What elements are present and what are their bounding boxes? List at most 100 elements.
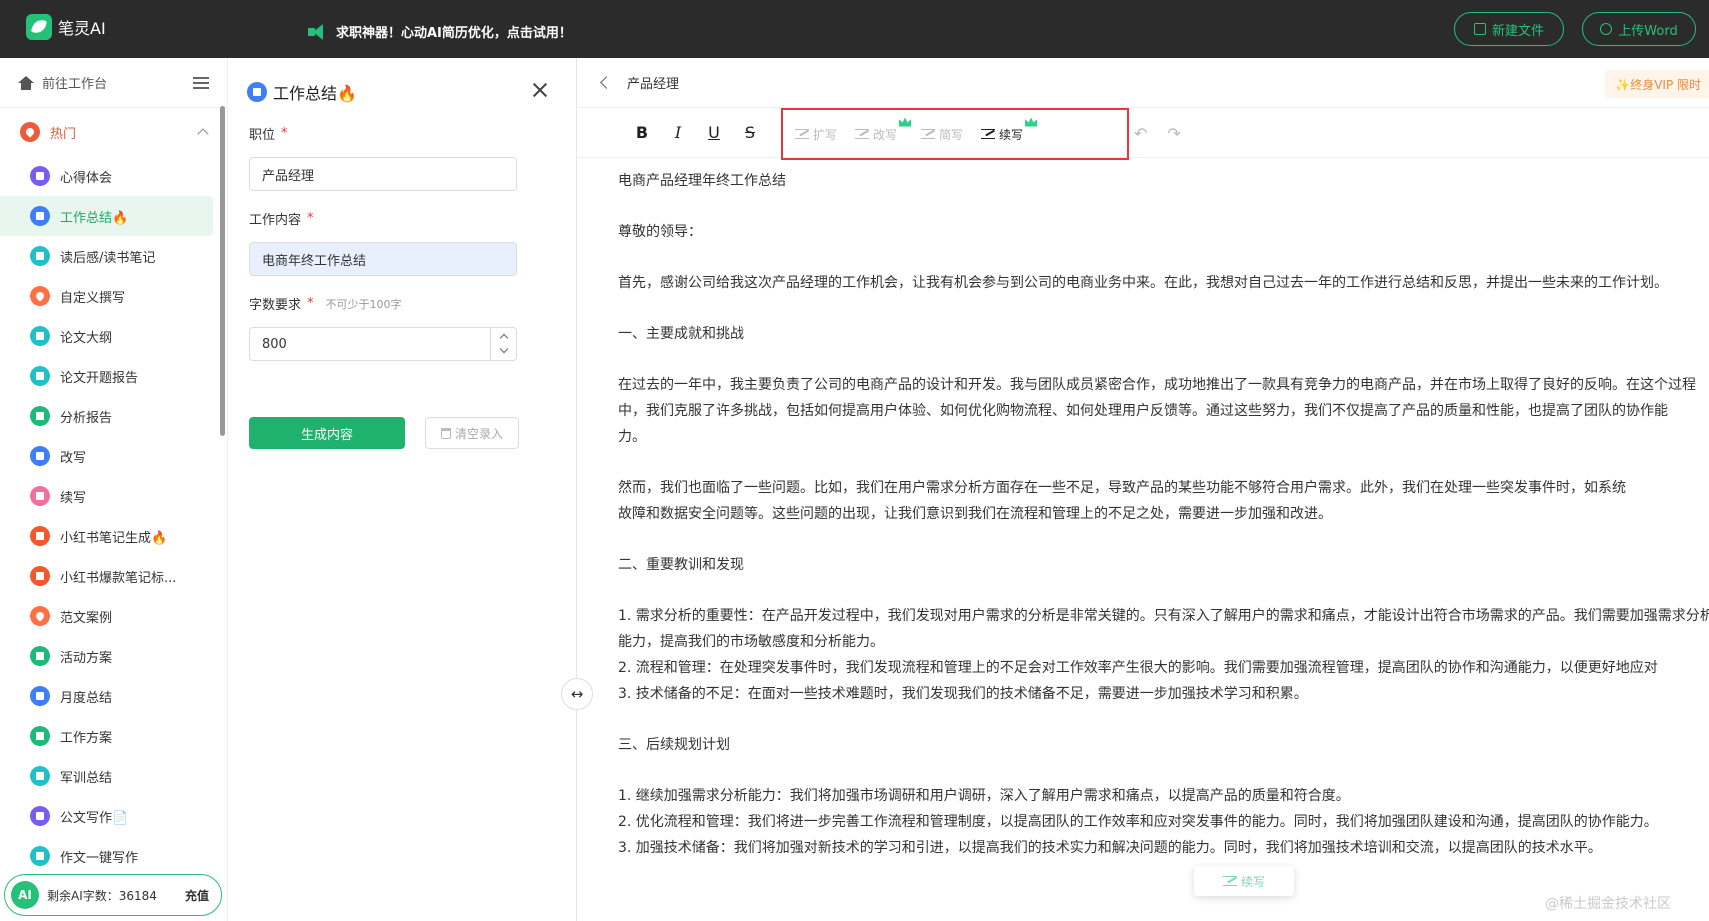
sidebar-item[interactable]: 工作方案 xyxy=(0,716,213,756)
required-mark: * xyxy=(307,211,314,226)
editor-toolbar: B I U S 扩写 改写 简写 续写 ↶ ↷ xyxy=(578,108,1709,160)
sidebar-item-icon xyxy=(30,726,50,746)
sidebar-item-label: 活动方案 xyxy=(60,650,113,666)
sidebar-item[interactable]: 续写 xyxy=(0,476,213,516)
words-label-text: 字数要求 xyxy=(249,298,302,313)
doc-paragraph: 故障和数据安全问题等。这些问题的出现，让我们意识到我们在流程和管理上的不足之处，… xyxy=(618,506,1332,522)
panel-resize-handle[interactable]: ↔ xyxy=(561,678,593,710)
underline-button[interactable]: U xyxy=(696,123,732,142)
sidebar-item[interactable]: 月度总结 xyxy=(0,676,213,716)
increment-icon[interactable] xyxy=(491,328,516,344)
required-mark: * xyxy=(281,126,288,141)
expand-button[interactable]: 扩写 xyxy=(795,126,837,143)
sidebar-item-label: 小红书爆款笔记标... xyxy=(60,570,177,586)
sidebar-item-label: 自定义撰写 xyxy=(60,290,126,306)
doc-paragraph: 一、主要成就和挑战 xyxy=(618,326,744,342)
clear-label: 清空录入 xyxy=(454,426,503,441)
sidebar-item-icon xyxy=(30,526,50,546)
sidebar-item-label: 心得体会 xyxy=(60,170,113,186)
sidebar-item[interactable]: 分析报告 xyxy=(0,396,213,436)
hot-section-toggle[interactable]: 热门 xyxy=(0,108,227,156)
sidebar-item[interactable]: 论文大纲 xyxy=(0,316,213,356)
sidebar-item[interactable]: 军训总结 xyxy=(0,756,213,796)
sidebar-scrollbar[interactable] xyxy=(220,106,225,436)
vip-crown-icon xyxy=(899,117,912,127)
doc-paragraph: 在过去的一年中，我主要负责了公司的电商产品的设计和开发。我与团队成员紧密合作，成… xyxy=(618,377,1696,393)
new-file-button[interactable]: 新建文件 xyxy=(1454,12,1564,46)
decrement-icon[interactable] xyxy=(491,344,516,360)
doc-paragraph: 3. 加强技术储备：我们将加强对新技术的学习和引进，以提高我们的技术实力和解决问… xyxy=(618,840,1602,856)
sidebar-item[interactable]: 范文案例 xyxy=(0,596,213,636)
doc-paragraph: 然而，我们也面临了一些问题。比如，我们在用户需求分析方面存在一些不足，导致产品的… xyxy=(618,480,1626,496)
cloud-upload-icon xyxy=(1600,23,1613,35)
sidebar-item[interactable]: 小红书笔记生成🔥 xyxy=(0,516,213,556)
words-hint: 不可少于100字 xyxy=(325,297,402,311)
sidebar-item[interactable]: 小红书爆款笔记标... xyxy=(0,556,213,596)
menu-collapse-icon[interactable] xyxy=(193,76,209,89)
document-body[interactable]: 电商产品经理年终工作总结 尊敬的领导： 首先，感谢公司给我这次产品经理的工作机会，让… xyxy=(578,158,1709,861)
sidebar-item-label: 论文大纲 xyxy=(60,330,113,346)
generate-button[interactable]: 生成内容 xyxy=(249,417,405,449)
doc-paragraph: 2. 流程和管理：在处理突发事件时，我们发现流程和管理上的不足会对工作效率产生很… xyxy=(618,660,1658,676)
sidebar-item[interactable]: 自定义撰写 xyxy=(0,276,213,316)
go-workspace-link[interactable]: 前往工作台 xyxy=(0,58,227,108)
promo-banner[interactable]: 求职神器！心动AI简历优化，点击试用！ xyxy=(308,22,572,41)
sidebar-item[interactable]: 活动方案 xyxy=(0,636,213,676)
bold-button[interactable]: B xyxy=(624,123,660,142)
vip-crown-icon xyxy=(1025,117,1038,127)
undo-icon[interactable]: ↶ xyxy=(1134,124,1147,143)
sidebar-item[interactable]: 改写 xyxy=(0,436,213,476)
words-input[interactable] xyxy=(249,327,517,361)
home-icon xyxy=(18,75,34,90)
position-input[interactable] xyxy=(249,157,517,191)
sidebar-item-icon xyxy=(30,566,50,586)
vip-banner[interactable]: ✨终身VIP 限时 xyxy=(1605,70,1709,98)
remaining-words: 剩余AI字数：36184 xyxy=(47,888,157,903)
shorten-button[interactable]: 简写 xyxy=(921,126,963,143)
sidebar-item[interactable]: 读后感/读书笔记 xyxy=(0,236,213,276)
hot-icon xyxy=(20,122,40,142)
floating-continue-button[interactable]: 续写 xyxy=(1194,866,1294,896)
ai-tools-highlight: 扩写 改写 简写 续写 xyxy=(781,108,1129,160)
close-icon[interactable] xyxy=(532,82,548,98)
app-logo[interactable]: 笔灵AI xyxy=(26,14,106,40)
sidebar-item[interactable]: 工作总结🔥 xyxy=(0,196,213,236)
continue-icon xyxy=(1222,876,1237,886)
sidebar-item[interactable]: 作文一键写作 xyxy=(0,836,213,876)
form-actions: 生成内容 清空录入 xyxy=(249,417,556,449)
magic-wand-icon xyxy=(855,129,870,139)
doc-paragraph: 电商产品经理年终工作总结 xyxy=(618,173,786,189)
sidebar-item-label: 公文写作📄 xyxy=(60,810,129,826)
upload-word-button[interactable]: 上传Word xyxy=(1582,12,1696,46)
clear-button[interactable]: 清空录入 xyxy=(425,417,519,449)
position-label-text: 职位 xyxy=(249,128,276,143)
hot-section-label: 热门 xyxy=(50,126,77,142)
ai-badge-icon: AI xyxy=(11,881,39,909)
sidebar-item[interactable]: 论文开题报告 xyxy=(0,356,213,396)
sidebar-item-label: 军训总结 xyxy=(60,770,113,786)
sidebar-item-icon xyxy=(30,366,50,386)
strikethrough-button[interactable]: S xyxy=(732,123,768,142)
recharge-button[interactable]: 充值 xyxy=(185,887,209,904)
sidebar-item[interactable]: 公文写作📄 xyxy=(0,796,213,836)
sidebar-item[interactable]: 心得体会 xyxy=(0,156,213,196)
form-title: 工作总结🔥 xyxy=(247,78,556,106)
trash-icon xyxy=(440,427,451,439)
expand-label: 扩写 xyxy=(813,127,838,142)
megaphone-icon xyxy=(308,23,328,40)
back-chevron-icon[interactable] xyxy=(600,76,613,89)
sidebar-item-icon xyxy=(30,486,50,506)
redo-icon[interactable]: ↷ xyxy=(1167,124,1180,143)
expand-icon xyxy=(795,129,809,139)
sidebar-item-icon xyxy=(30,646,50,666)
continue-button[interactable]: 续写 xyxy=(981,117,1038,143)
upload-word-label: 上传Word xyxy=(1618,23,1678,39)
italic-button[interactable]: I xyxy=(660,123,696,142)
rewrite-button[interactable]: 改写 xyxy=(855,117,912,143)
doc-paragraph: 中，我们克服了许多挑战，包括如何提高用户体验、如何优化购物流程、如何处理用户反馈… xyxy=(618,403,1668,419)
ai-quota-bar[interactable]: AI 剩余AI字数：36184 充值 xyxy=(4,874,222,916)
plus-file-icon xyxy=(1473,23,1486,35)
sidebar-item-label: 改写 xyxy=(60,450,87,466)
content-input[interactable] xyxy=(249,242,517,276)
content-label-text: 工作内容 xyxy=(249,213,302,228)
